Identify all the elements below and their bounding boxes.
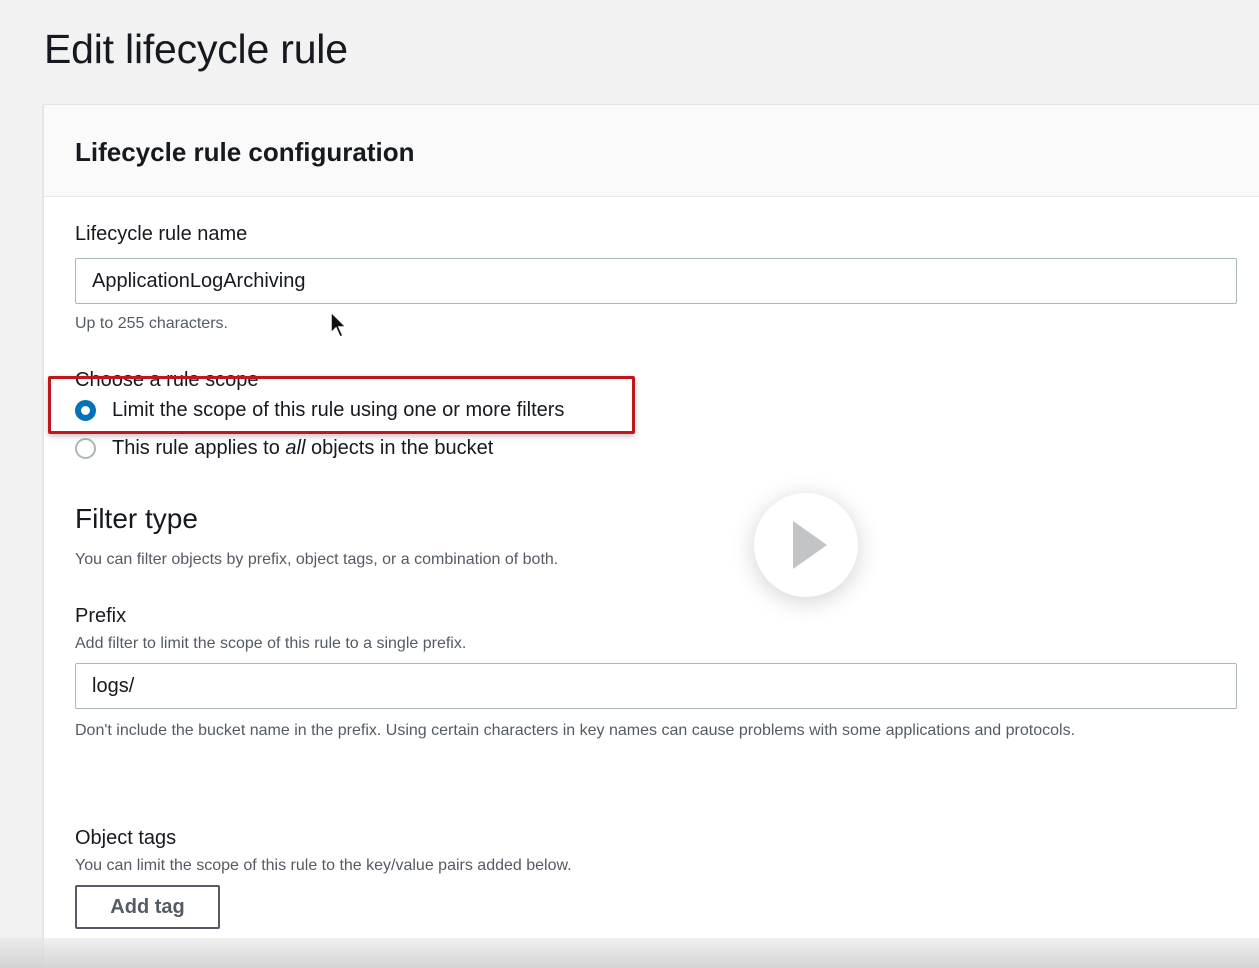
mouse-cursor-icon [330, 311, 347, 339]
rule-name-label: Lifecycle rule name [75, 223, 248, 245]
filter-type-description: You can filter objects by prefix, object… [75, 551, 559, 568]
radio-unselected-icon[interactable] [75, 438, 96, 459]
prefix-hint: Don't include the bucket name in the pre… [75, 722, 1076, 739]
rule-name-hint: Up to 255 characters. [75, 315, 228, 332]
prefix-description: Add filter to limit the scope of this ru… [75, 635, 467, 652]
prefix-input[interactable] [75, 663, 1237, 709]
rule-name-input[interactable] [75, 258, 1237, 304]
video-play-button[interactable] [754, 493, 858, 597]
scope-option-filters[interactable]: Limit the scope of this rule using one o… [75, 399, 564, 422]
object-tags-description: You can limit the scope of this rule to … [75, 857, 572, 874]
panel-header: Lifecycle rule configuration [44, 105, 1259, 197]
scope-option-filters-label: Limit the scope of this rule using one o… [112, 399, 565, 421]
play-icon [793, 521, 827, 569]
page: Edit lifecycle rule Lifecycle rule confi… [0, 0, 1259, 968]
prefix-label: Prefix [75, 605, 127, 627]
panel-title: Lifecycle rule configuration [75, 137, 415, 167]
page-title: Edit lifecycle rule [44, 26, 348, 72]
radio-selected-icon[interactable] [75, 400, 96, 421]
add-tag-button[interactable]: Add tag [75, 885, 220, 929]
rule-scope-label: Choose a rule scope [75, 369, 259, 391]
filter-type-title: Filter type [75, 503, 198, 534]
lifecycle-config-panel: Lifecycle rule configuration Lifecycle r… [43, 104, 1259, 968]
scope-option-all-objects-label: This rule applies to all objects in the … [112, 437, 494, 459]
scope-option-all-objects[interactable]: This rule applies to all objects in the … [75, 437, 493, 460]
object-tags-label: Object tags [75, 827, 177, 849]
